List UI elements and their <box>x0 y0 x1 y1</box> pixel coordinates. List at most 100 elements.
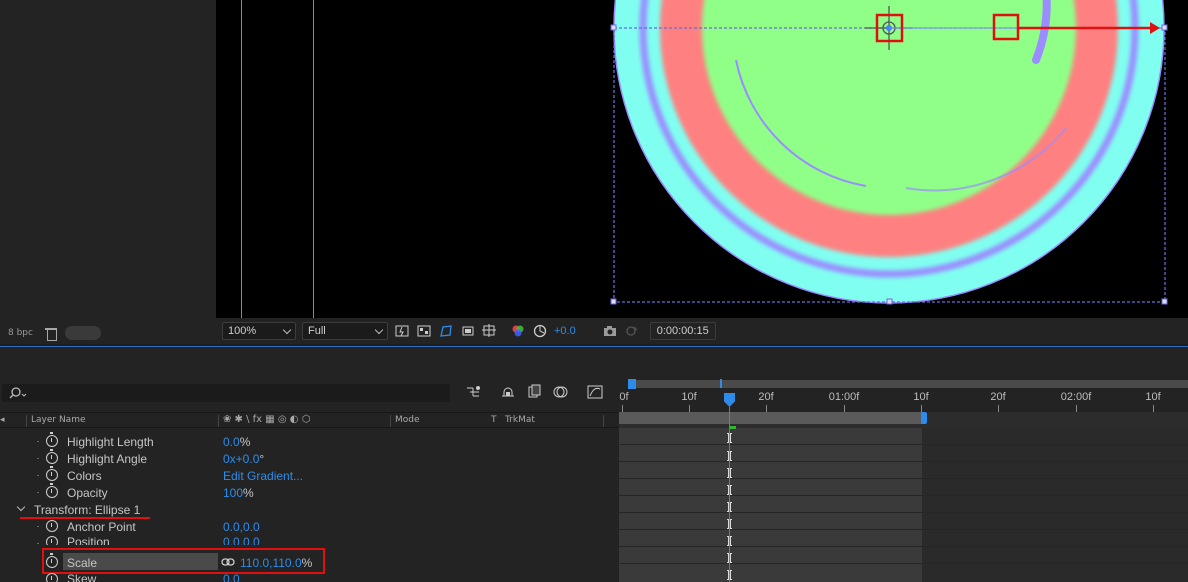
grid-guides-icon[interactable] <box>482 323 498 339</box>
header-menu-icon[interactable]: ◂ <box>0 415 5 425</box>
layer-out-point[interactable] <box>921 412 927 424</box>
region-of-interest-icon[interactable] <box>460 323 476 339</box>
property-row-highlight-angle[interactable]: Highlight Angle 0x+0.0° <box>0 449 618 467</box>
value-text[interactable]: 0.0,0.0 <box>223 535 260 545</box>
property-row-clipped <box>0 426 618 432</box>
stopwatch-icon[interactable] <box>46 517 58 532</box>
resolution-dropdown[interactable]: Full <box>302 322 388 340</box>
property-value[interactable]: 0.0,0.0 <box>223 520 260 534</box>
value-text[interactable]: 100 <box>223 486 243 500</box>
chevron-down-icon <box>282 325 292 334</box>
composition-viewer[interactable] <box>216 0 1188 318</box>
transform-group-row[interactable]: Transform: Ellipse 1 <box>0 501 618 518</box>
viewer-toolbar: 100% Full +0.0 0:00:00:15 <box>216 318 1188 344</box>
motion-blur-icon[interactable] <box>553 384 569 400</box>
ruler-label: 10f <box>1145 391 1161 403</box>
property-name: Highlight Angle <box>67 451 148 466</box>
stopwatch-icon[interactable] <box>46 466 58 481</box>
trash-icon[interactable] <box>44 327 57 341</box>
property-row-skew[interactable]: Skew 0.0 <box>0 572 618 582</box>
ruler-label: 01:00f <box>828 391 860 403</box>
property-name: Position <box>67 535 110 545</box>
property-name: Anchor Point <box>67 519 136 534</box>
project-footer: 8 bpc <box>0 322 216 344</box>
mode-column[interactable]: Mode <box>395 415 420 425</box>
ruler-label: 20f <box>758 391 774 403</box>
show-snapshot-icon[interactable] <box>624 323 640 339</box>
layer-duration-bar[interactable] <box>619 428 922 582</box>
property-value[interactable]: 100% <box>223 486 254 500</box>
property-name: Highlight Length <box>67 434 154 449</box>
fast-preview-icon[interactable] <box>394 323 410 339</box>
value-text[interactable]: 0.0 <box>223 572 240 582</box>
value-text[interactable]: 0x+0.0 <box>223 452 259 466</box>
comp-flowchart-icon[interactable] <box>465 384 481 400</box>
unit-text: % <box>239 434 251 449</box>
ruler-label: 02:00f <box>1060 391 1092 403</box>
value-text[interactable]: 0.0 <box>223 435 240 449</box>
stopwatch-icon[interactable] <box>46 536 58 545</box>
value-text[interactable]: Edit Gradient... <box>223 469 303 483</box>
annotation-highlight-box <box>42 548 325 574</box>
stopwatch-icon[interactable] <box>46 432 58 447</box>
stopwatch-icon[interactable] <box>46 449 58 464</box>
stopwatch-icon[interactable] <box>46 483 58 498</box>
zoom-dropdown[interactable]: 100% <box>222 322 296 340</box>
work-area-bar[interactable] <box>628 380 1188 388</box>
ruler-label: 0f <box>619 391 629 403</box>
mask-visibility-icon[interactable] <box>438 323 454 339</box>
keyframe-indicator <box>730 426 736 429</box>
timecode-value: 0:00:00:15 <box>656 325 709 337</box>
edit-gradient-link[interactable]: Edit Gradient... <box>223 469 303 483</box>
ruler-label: 20f <box>990 391 1006 403</box>
expand-chevron-icon[interactable] <box>16 502 26 512</box>
work-area-marker <box>720 379 722 388</box>
property-name: Colors <box>67 468 102 483</box>
preserve-transparency-column[interactable]: T <box>491 415 497 425</box>
property-row-highlight-length[interactable]: Highlight Length 0.0% <box>0 432 618 450</box>
value-text[interactable]: 0.0,0.0 <box>223 520 260 534</box>
ruler-label: 10f <box>681 391 697 403</box>
chevron-down-icon <box>374 325 384 334</box>
work-area-start[interactable] <box>628 379 636 389</box>
property-row-anchor-point[interactable]: Anchor Point 0.0,0.0 <box>0 517 618 535</box>
timeline-panel: 0f 10f 20f 01:00f 10f 20f 02:00f 10f ◂ L… <box>0 347 1188 582</box>
search-icon <box>9 387 27 399</box>
switches-column[interactable]: ❀ ✱ \ fx ▦ ◎ ◐ ⬡ <box>223 414 310 425</box>
transform-group-label: Transform: Ellipse 1 <box>34 502 141 517</box>
composition-canvas <box>610 0 1168 305</box>
color-channels-icon[interactable] <box>510 323 526 339</box>
property-value[interactable]: 0.0,0.0 <box>223 535 260 545</box>
project-panel: 8 bpc <box>0 0 216 344</box>
property-value[interactable]: 0.0% <box>223 435 250 449</box>
property-name: Skew <box>67 572 97 582</box>
track-matte-column[interactable]: TrkMat <box>505 415 535 425</box>
track-empty-region <box>922 428 1188 582</box>
thumbnail-slider[interactable] <box>64 326 101 340</box>
timeline-search-input[interactable] <box>2 384 450 402</box>
timeline-search-row <box>0 382 618 404</box>
resolution-value: Full <box>308 325 326 337</box>
exposure-reset-icon[interactable] <box>532 323 548 339</box>
property-name: Opacity <box>67 485 108 500</box>
property-value[interactable]: 0x+0.0° <box>223 452 264 466</box>
property-value[interactable]: 0.0 <box>223 572 240 582</box>
layer-name-column[interactable]: Layer Name <box>31 415 86 425</box>
snapshot-camera-icon[interactable] <box>602 323 618 339</box>
property-row-opacity[interactable]: Opacity 100% <box>0 483 618 501</box>
property-row-colors[interactable]: Colors Edit Gradient... <box>0 466 618 484</box>
stopwatch-icon[interactable] <box>46 573 58 582</box>
graph-editor-icon[interactable] <box>587 384 603 400</box>
layer-bar-top[interactable] <box>619 412 922 424</box>
annotation-underline <box>20 517 150 519</box>
playhead-line[interactable] <box>729 407 730 582</box>
frame-blending-icon[interactable] <box>527 384 543 400</box>
current-time-display[interactable]: 0:00:00:15 <box>649 322 716 340</box>
transparency-grid-icon[interactable] <box>416 323 432 339</box>
zoom-value: 100% <box>228 325 257 337</box>
exposure-value[interactable]: +0.0 <box>554 325 576 337</box>
shy-layers-icon[interactable] <box>500 384 516 400</box>
unit-text: ° <box>259 451 265 466</box>
property-row-position[interactable]: Position 0.0,0.0 <box>0 535 618 545</box>
bit-depth-button[interactable]: 8 bpc <box>4 326 37 340</box>
